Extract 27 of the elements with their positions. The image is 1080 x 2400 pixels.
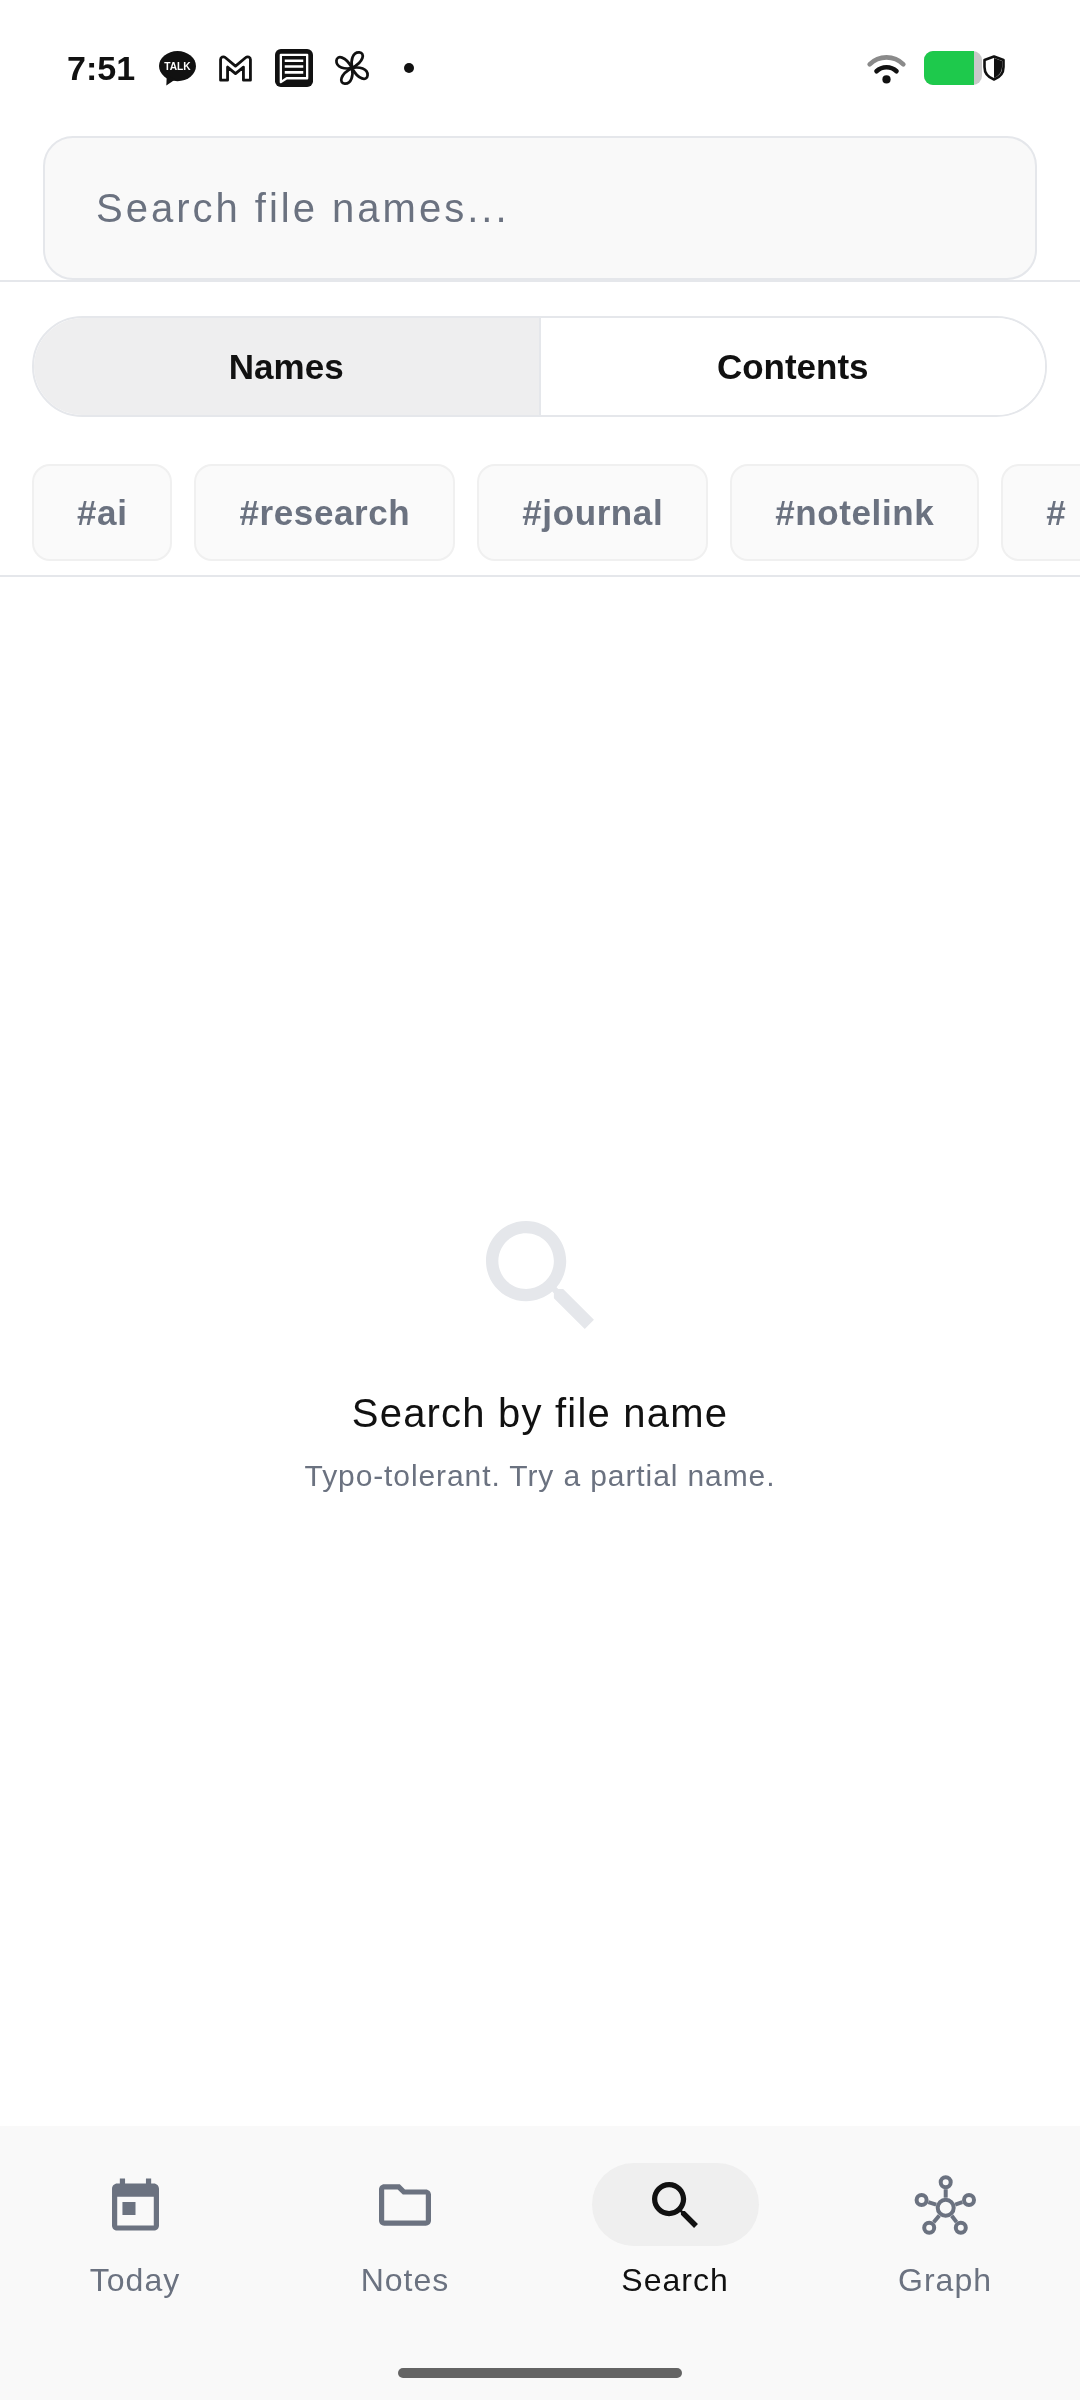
status-time: 7:51: [67, 48, 136, 88]
mail-icon: [217, 54, 255, 82]
folder-icon: [379, 2183, 431, 2226]
notification-dot-icon: [404, 63, 415, 73]
nav-tab[interactable]: Search: [540, 2163, 810, 2299]
battery-icon: [924, 51, 982, 85]
mode-tab[interactable]: Names: [34, 318, 539, 415]
empty-state-title: Search by file name: [351, 1389, 729, 1437]
graph-icon: [913, 2174, 977, 2235]
nav-tab[interactable]: Today: [0, 2163, 270, 2299]
pinwheel-icon: [334, 50, 371, 86]
mode-tab[interactable]: Contents: [538, 318, 1045, 415]
message-icon: [275, 49, 314, 87]
nav-tab[interactable]: Notes: [270, 2163, 540, 2299]
tag-chip[interactable]: #ai: [32, 464, 173, 561]
empty-state-hint: Typo-tolerant. Try a partial name.: [304, 1457, 776, 1494]
nav-tab[interactable]: Graph: [810, 2163, 1080, 2299]
wifi-icon: [865, 52, 908, 84]
search-icon: [486, 1220, 594, 1329]
tag-chip[interactable]: #journal: [477, 464, 709, 561]
tag-chip[interactable]: #notelink: [730, 464, 980, 561]
calendar-icon: [111, 2178, 159, 2231]
search-icon: [652, 2181, 698, 2228]
tag-chip[interactable]: #research: [194, 464, 456, 561]
shield-icon: [983, 55, 1005, 81]
tag-chip[interactable]: #: [1001, 464, 1080, 561]
search-field[interactable]: Search file names...: [43, 136, 1037, 280]
